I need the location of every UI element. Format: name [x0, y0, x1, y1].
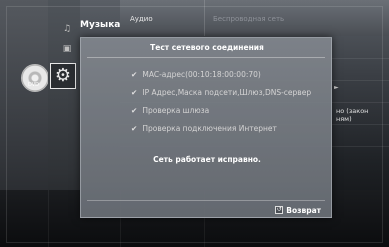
- status-message: Сеть работает исправно.: [153, 155, 261, 164]
- check-item: ✔ MAC-адрес(00:10:18:00:00:70): [131, 70, 311, 88]
- back-button[interactable]: ↺ Возврат: [271, 204, 325, 216]
- check-item: ✔ Проверка подключения Интернет: [131, 124, 311, 142]
- check-icon: ✔: [131, 106, 138, 115]
- check-icon: ✔: [131, 70, 138, 79]
- bottom-divider: [87, 200, 325, 201]
- back-label: Возврат: [286, 205, 321, 215]
- check-item: ✔ IP Адрес,Маска подсети,Шлюз,DNS-сервер: [131, 88, 311, 106]
- dialog-title: Тест сетевого соединения: [150, 43, 264, 52]
- screen: DVD ♫ ▣ ⚙ Музыка Аудио Беспроводная сеть…: [0, 0, 389, 247]
- check-label: Проверка шлюза: [142, 106, 210, 115]
- return-icon: ↺: [275, 206, 284, 214]
- check-item: ✔ Проверка шлюза: [131, 106, 311, 124]
- check-list: ✔ MAC-адрес(00:10:18:00:00:70) ✔ IP Адре…: [131, 70, 311, 142]
- check-label: Проверка подключения Интернет: [142, 124, 277, 133]
- check-icon: ✔: [131, 88, 138, 97]
- check-label: IP Адрес,Маска подсети,Шлюз,DNS-сервер: [142, 88, 312, 97]
- network-test-dialog: Тест сетевого соединения ✔ MAC-адрес(00:…: [80, 37, 332, 218]
- title-divider: [87, 57, 325, 58]
- check-label: MAC-адрес(00:10:18:00:00:70): [142, 70, 261, 79]
- check-icon: ✔: [131, 124, 138, 133]
